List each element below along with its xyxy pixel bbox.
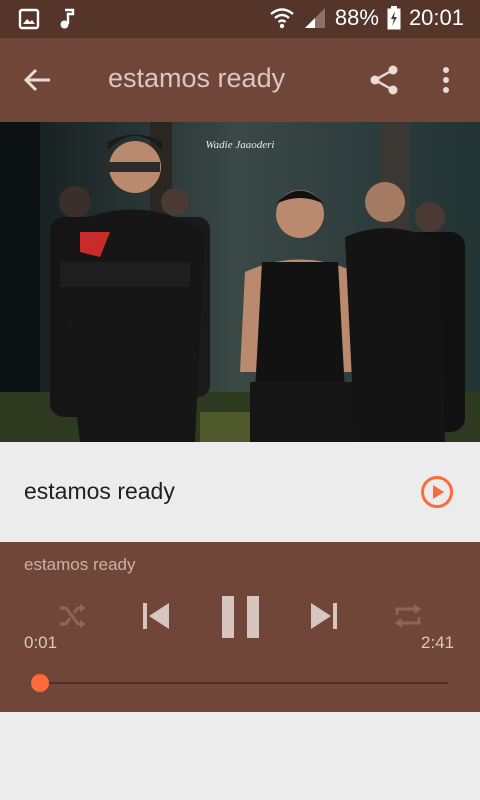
status-bar: 88% 20:01	[0, 0, 480, 38]
mini-player: estamos ready 0:01 2:41	[0, 542, 480, 712]
track-list-item[interactable]: estamos ready	[0, 442, 480, 542]
back-arrow-icon[interactable]	[22, 64, 54, 96]
status-notifications	[18, 8, 76, 30]
now-playing-title: estamos ready	[24, 555, 136, 574]
pause-icon[interactable]	[222, 596, 260, 638]
status-indicators: 88% 20:01	[269, 5, 464, 31]
repeat-icon[interactable]	[392, 600, 424, 632]
battery-charging-icon	[387, 6, 401, 30]
shuffle-icon[interactable]	[56, 600, 88, 632]
image-icon	[18, 8, 40, 30]
app-bar: estamos ready	[0, 38, 480, 122]
battery-percent: 88%	[334, 5, 379, 30]
seek-thumb[interactable]	[30, 674, 49, 692]
more-vert-icon[interactable]	[432, 64, 460, 96]
play-circle-icon[interactable]	[420, 475, 454, 509]
wifi-icon	[270, 8, 294, 29]
clock: 20:01	[408, 5, 464, 30]
album-cover-image: Wadie Jaaoderi	[0, 122, 480, 442]
skip-next-icon[interactable]	[308, 600, 340, 632]
share-icon[interactable]	[368, 64, 400, 96]
page-title: estamos ready	[108, 63, 286, 93]
seek-bar[interactable]	[30, 674, 448, 692]
track-title: estamos ready	[24, 478, 175, 504]
svg-text:Wadie Jaaoderi: Wadie Jaaoderi	[206, 139, 275, 151]
signal-icon	[304, 8, 325, 28]
total-duration: 2:41	[421, 633, 455, 652]
elapsed-time: 0:01	[24, 633, 58, 652]
music-note-icon	[60, 8, 75, 29]
cover-art-drawing: Wadie Jaaoderi	[0, 122, 480, 442]
skip-previous-icon[interactable]	[140, 600, 172, 632]
